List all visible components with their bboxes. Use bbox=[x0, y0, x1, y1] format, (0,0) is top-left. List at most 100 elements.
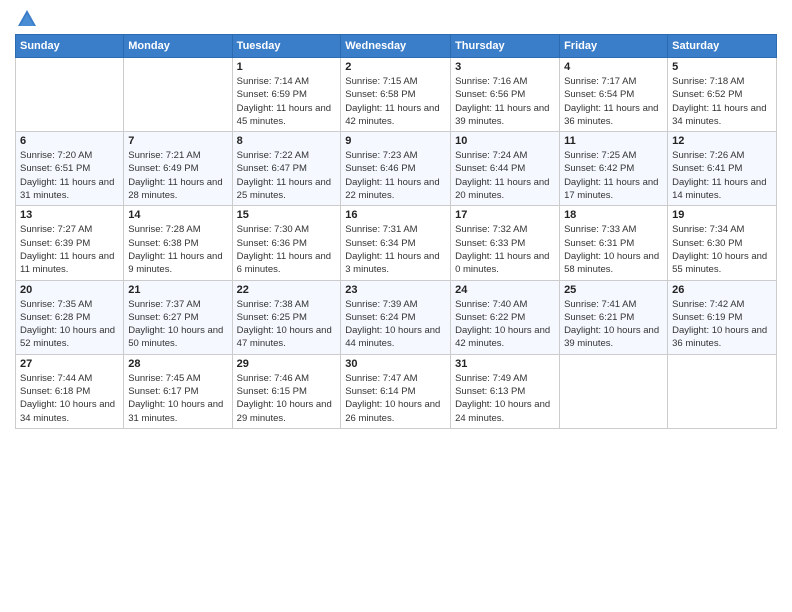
day-info: Sunrise: 7:40 AM Sunset: 6:22 PM Dayligh… bbox=[455, 298, 555, 351]
day-info: Sunrise: 7:24 AM Sunset: 6:44 PM Dayligh… bbox=[455, 149, 555, 202]
day-number: 7 bbox=[128, 135, 227, 147]
calendar-cell: 15 Sunrise: 7:30 AM Sunset: 6:36 PM Dayli… bbox=[232, 206, 341, 280]
calendar-cell: 26 Sunrise: 7:42 AM Sunset: 6:19 PM Dayli… bbox=[668, 280, 777, 354]
day-info: Sunrise: 7:22 AM Sunset: 6:47 PM Dayligh… bbox=[237, 149, 337, 202]
day-info: Sunrise: 7:17 AM Sunset: 6:54 PM Dayligh… bbox=[564, 75, 663, 128]
col-saturday: Saturday bbox=[668, 35, 777, 58]
calendar-week-row: 1Sunrise: 7:14 AM Sunset: 6:59 PM Daylig… bbox=[16, 58, 777, 132]
col-friday: Friday bbox=[560, 35, 668, 58]
calendar-cell: 31 Sunrise: 7:49 AM Sunset: 6:13 PM Dayli… bbox=[451, 354, 560, 428]
day-info: Sunrise: 7:18 AM Sunset: 6:52 PM Dayligh… bbox=[672, 75, 772, 128]
calendar-cell: 1Sunrise: 7:14 AM Sunset: 6:59 PM Daylig… bbox=[232, 58, 341, 132]
logo-icon bbox=[16, 8, 38, 30]
calendar-cell: 7Sunrise: 7:21 AM Sunset: 6:49 PM Daylig… bbox=[124, 132, 232, 206]
calendar-cell: 13 Sunrise: 7:27 AM Sunset: 6:39 PM Dayli… bbox=[16, 206, 124, 280]
calendar-header-row: Sunday Monday Tuesday Wednesday Thursday… bbox=[16, 35, 777, 58]
day-number: 4 bbox=[564, 61, 663, 73]
day-info: Sunrise: 7:41 AM Sunset: 6:21 PM Dayligh… bbox=[564, 298, 663, 351]
calendar-cell bbox=[16, 58, 124, 132]
day-info: Sunrise: 7:25 AM Sunset: 6:42 PM Dayligh… bbox=[564, 149, 663, 202]
calendar-cell: 18 Sunrise: 7:33 AM Sunset: 6:31 PM Dayli… bbox=[560, 206, 668, 280]
day-number: 12 bbox=[672, 135, 772, 147]
calendar-week-row: 20 Sunrise: 7:35 AM Sunset: 6:28 PM Dayli… bbox=[16, 280, 777, 354]
day-info: Sunrise: 7:33 AM Sunset: 6:31 PM Dayligh… bbox=[564, 223, 663, 276]
day-info: Sunrise: 7:15 AM Sunset: 6:58 PM Dayligh… bbox=[345, 75, 446, 128]
calendar-cell bbox=[668, 354, 777, 428]
calendar-cell: 3 Sunrise: 7:16 AM Sunset: 6:56 PM Daylig… bbox=[451, 58, 560, 132]
calendar-cell: 4 Sunrise: 7:17 AM Sunset: 6:54 PM Daylig… bbox=[560, 58, 668, 132]
day-number: 26 bbox=[672, 284, 772, 296]
day-info: Sunrise: 7:30 AM Sunset: 6:36 PM Dayligh… bbox=[237, 223, 337, 276]
day-info: Sunrise: 7:45 AM Sunset: 6:17 PM Dayligh… bbox=[128, 372, 227, 425]
col-wednesday: Wednesday bbox=[341, 35, 451, 58]
day-info: Sunrise: 7:46 AM Sunset: 6:15 PM Dayligh… bbox=[237, 372, 337, 425]
col-sunday: Sunday bbox=[16, 35, 124, 58]
day-number: 10 bbox=[455, 135, 555, 147]
day-number: 3 bbox=[455, 61, 555, 73]
calendar-table: Sunday Monday Tuesday Wednesday Thursday… bbox=[15, 34, 777, 429]
day-number: 19 bbox=[672, 209, 772, 221]
calendar-cell: 2 Sunrise: 7:15 AM Sunset: 6:58 PM Daylig… bbox=[341, 58, 451, 132]
day-info: Sunrise: 7:38 AM Sunset: 6:25 PM Dayligh… bbox=[237, 298, 337, 351]
day-info: Sunrise: 7:44 AM Sunset: 6:18 PM Dayligh… bbox=[20, 372, 119, 425]
calendar-cell: 12 Sunrise: 7:26 AM Sunset: 6:41 PM Dayli… bbox=[668, 132, 777, 206]
day-number: 23 bbox=[345, 284, 446, 296]
day-info: Sunrise: 7:31 AM Sunset: 6:34 PM Dayligh… bbox=[345, 223, 446, 276]
day-number: 18 bbox=[564, 209, 663, 221]
calendar-cell: 8 Sunrise: 7:22 AM Sunset: 6:47 PM Daylig… bbox=[232, 132, 341, 206]
day-number: 16 bbox=[345, 209, 446, 221]
calendar-cell: 9Sunrise: 7:23 AM Sunset: 6:46 PM Daylig… bbox=[341, 132, 451, 206]
day-info: Sunrise: 7:34 AM Sunset: 6:30 PM Dayligh… bbox=[672, 223, 772, 276]
calendar-cell: 24 Sunrise: 7:40 AM Sunset: 6:22 PM Dayli… bbox=[451, 280, 560, 354]
calendar-cell: 11 Sunrise: 7:25 AM Sunset: 6:42 PM Dayli… bbox=[560, 132, 668, 206]
day-info: Sunrise: 7:47 AM Sunset: 6:14 PM Dayligh… bbox=[345, 372, 446, 425]
calendar-week-row: 27 Sunrise: 7:44 AM Sunset: 6:18 PM Dayli… bbox=[16, 354, 777, 428]
day-info: Sunrise: 7:23 AM Sunset: 6:46 PM Dayligh… bbox=[345, 149, 446, 202]
day-number: 1 bbox=[237, 61, 337, 73]
col-monday: Monday bbox=[124, 35, 232, 58]
day-info: Sunrise: 7:16 AM Sunset: 6:56 PM Dayligh… bbox=[455, 75, 555, 128]
calendar-cell: 6 Sunrise: 7:20 AM Sunset: 6:51 PM Daylig… bbox=[16, 132, 124, 206]
day-info: Sunrise: 7:32 AM Sunset: 6:33 PM Dayligh… bbox=[455, 223, 555, 276]
calendar-cell: 25 Sunrise: 7:41 AM Sunset: 6:21 PM Dayli… bbox=[560, 280, 668, 354]
day-info: Sunrise: 7:39 AM Sunset: 6:24 PM Dayligh… bbox=[345, 298, 446, 351]
calendar-cell bbox=[560, 354, 668, 428]
day-number: 24 bbox=[455, 284, 555, 296]
calendar-week-row: 13 Sunrise: 7:27 AM Sunset: 6:39 PM Dayli… bbox=[16, 206, 777, 280]
col-tuesday: Tuesday bbox=[232, 35, 341, 58]
day-number: 20 bbox=[20, 284, 119, 296]
calendar-cell: 22 Sunrise: 7:38 AM Sunset: 6:25 PM Dayli… bbox=[232, 280, 341, 354]
calendar-cell: 23 Sunrise: 7:39 AM Sunset: 6:24 PM Dayli… bbox=[341, 280, 451, 354]
day-info: Sunrise: 7:49 AM Sunset: 6:13 PM Dayligh… bbox=[455, 372, 555, 425]
day-number: 13 bbox=[20, 209, 119, 221]
day-number: 8 bbox=[237, 135, 337, 147]
day-number: 21 bbox=[128, 284, 227, 296]
col-thursday: Thursday bbox=[451, 35, 560, 58]
day-info: Sunrise: 7:42 AM Sunset: 6:19 PM Dayligh… bbox=[672, 298, 772, 351]
calendar-week-row: 6 Sunrise: 7:20 AM Sunset: 6:51 PM Daylig… bbox=[16, 132, 777, 206]
day-info: Sunrise: 7:35 AM Sunset: 6:28 PM Dayligh… bbox=[20, 298, 119, 351]
day-info: Sunrise: 7:20 AM Sunset: 6:51 PM Dayligh… bbox=[20, 149, 119, 202]
calendar-cell: 10 Sunrise: 7:24 AM Sunset: 6:44 PM Dayli… bbox=[451, 132, 560, 206]
calendar-cell: 16 Sunrise: 7:31 AM Sunset: 6:34 PM Dayli… bbox=[341, 206, 451, 280]
page-container: Sunday Monday Tuesday Wednesday Thursday… bbox=[0, 0, 792, 434]
calendar-cell: 19 Sunrise: 7:34 AM Sunset: 6:30 PM Dayli… bbox=[668, 206, 777, 280]
day-number: 30 bbox=[345, 358, 446, 370]
day-number: 15 bbox=[237, 209, 337, 221]
day-number: 11 bbox=[564, 135, 663, 147]
calendar-cell: 30 Sunrise: 7:47 AM Sunset: 6:14 PM Dayli… bbox=[341, 354, 451, 428]
day-number: 17 bbox=[455, 209, 555, 221]
day-number: 2 bbox=[345, 61, 446, 73]
day-number: 27 bbox=[20, 358, 119, 370]
calendar-cell: 29Sunrise: 7:46 AM Sunset: 6:15 PM Dayli… bbox=[232, 354, 341, 428]
calendar-cell: 5Sunrise: 7:18 AM Sunset: 6:52 PM Daylig… bbox=[668, 58, 777, 132]
logo bbox=[15, 10, 38, 26]
day-number: 25 bbox=[564, 284, 663, 296]
day-info: Sunrise: 7:26 AM Sunset: 6:41 PM Dayligh… bbox=[672, 149, 772, 202]
day-number: 6 bbox=[20, 135, 119, 147]
day-number: 31 bbox=[455, 358, 555, 370]
calendar-cell: 21Sunrise: 7:37 AM Sunset: 6:27 PM Dayli… bbox=[124, 280, 232, 354]
day-number: 22 bbox=[237, 284, 337, 296]
calendar-cell: 27 Sunrise: 7:44 AM Sunset: 6:18 PM Dayli… bbox=[16, 354, 124, 428]
day-info: Sunrise: 7:27 AM Sunset: 6:39 PM Dayligh… bbox=[20, 223, 119, 276]
